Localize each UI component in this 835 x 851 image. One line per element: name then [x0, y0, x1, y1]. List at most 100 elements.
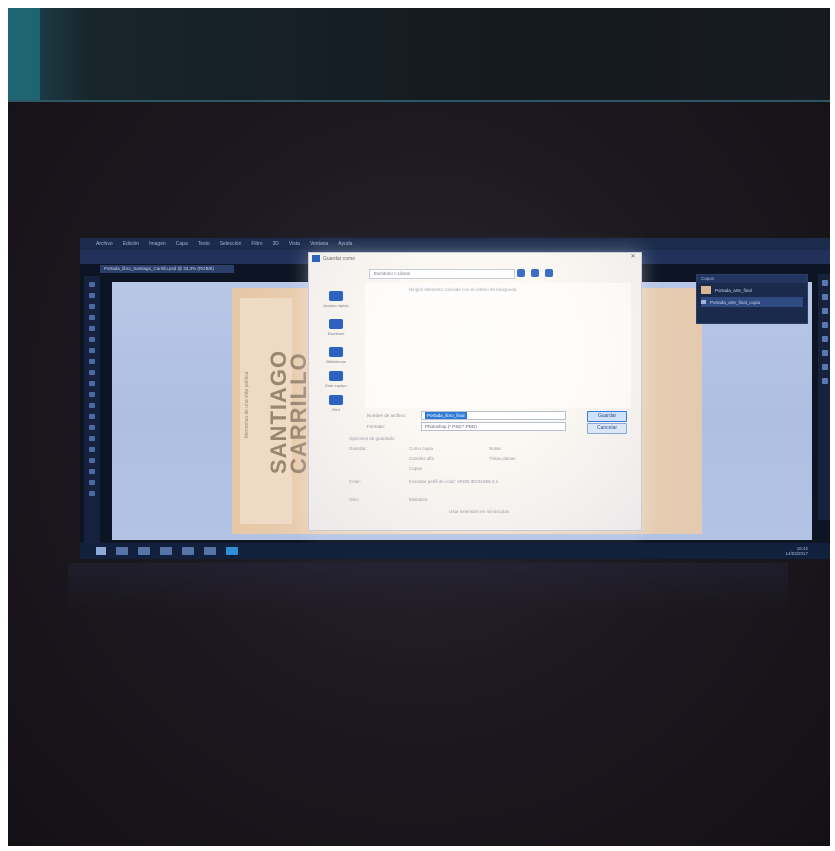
pen-tool-icon[interactable] [89, 436, 95, 441]
history-panel-icon[interactable] [822, 322, 828, 328]
sidebar-item-this-pc[interactable]: Este equipo [321, 371, 351, 388]
windows-start-icon[interactable] [96, 547, 106, 555]
filename-input[interactable]: Portada_libro_final [421, 411, 566, 420]
spot-colors-checkbox[interactable]: Tintas planas [489, 456, 516, 461]
alpha-channels-checkbox[interactable]: Canales alfa [409, 456, 434, 461]
book-subtitle: Memorias de una vida política [244, 371, 250, 438]
computer-icon [329, 371, 343, 381]
brush-tool-icon[interactable] [89, 359, 95, 364]
format-label: Formato: [367, 424, 386, 429]
quick-select-tool-icon[interactable] [89, 315, 95, 320]
view-menu-icon[interactable] [545, 269, 553, 277]
format-select[interactable]: Photoshop (*.PSD;*.PDD) [421, 422, 566, 431]
eyedropper-tool-icon[interactable] [89, 337, 95, 342]
history-brush-tool-icon[interactable] [89, 381, 95, 386]
menu-ventana[interactable]: Ventana [310, 241, 328, 247]
sidebar-item-desktop[interactable]: Escritorio [321, 319, 351, 336]
book-title: SANTIAGO CARRILLO [266, 350, 311, 474]
document-tab[interactable]: Portada_libro_Santiago_Carrillo.psd @ 33… [100, 265, 234, 273]
type-tool-icon[interactable] [89, 447, 95, 452]
lowercase-extension-checkbox[interactable]: Usar extensión en minúsculas [449, 509, 509, 514]
desk-reflection [68, 563, 788, 613]
marquee-tool-icon[interactable] [89, 293, 95, 298]
layers-checkbox[interactable]: Capas [409, 466, 422, 471]
crop-tool-icon[interactable] [89, 326, 95, 331]
tools-panel [84, 276, 100, 547]
clock-date[interactable]: 14/03/2017 [785, 551, 808, 556]
monitor-screen: Archivo Edición Imagen Capa Texto Selecc… [80, 238, 830, 559]
menu-ayuda[interactable]: Ayuda [338, 241, 352, 247]
as-copy-checkbox[interactable]: Como copia [409, 446, 433, 451]
layers-panel: Capas Portada_arte_final Portada_arte_fi… [696, 274, 808, 324]
filename-value: Portada_libro_final [425, 412, 467, 419]
layer-thumbnail [701, 286, 711, 294]
photoshop-menubar: Archivo Edición Imagen Capa Texto Selecc… [80, 238, 830, 250]
places-sidebar: Acceso rápido Escritorio Bibliotecas Est… [311, 273, 361, 423]
panel-dock [818, 274, 830, 520]
dialog-nav [517, 269, 553, 277]
thumbnail-checkbox[interactable]: Miniatura [409, 497, 428, 502]
sidebar-item-quick-access[interactable]: Acceso rápido [321, 291, 351, 308]
sidebar-item-label: Escritorio [327, 331, 345, 336]
menu-vista[interactable]: Vista [289, 241, 300, 247]
layer-row[interactable]: Portada_arte_final [701, 285, 803, 295]
layer-name: Portada_arte_final_copia [710, 299, 761, 305]
blur-tool-icon[interactable] [89, 414, 95, 419]
zoom-tool-icon[interactable] [89, 491, 95, 496]
layers-panel-title[interactable]: Capas [697, 275, 807, 283]
mail-icon[interactable] [204, 547, 216, 555]
shape-tool-icon[interactable] [89, 469, 95, 474]
menu-seleccion[interactable]: Selección [220, 241, 242, 247]
paths-panel-icon[interactable] [822, 364, 828, 370]
notes-checkbox[interactable]: Notas [489, 446, 501, 451]
file-list-area[interactable] [365, 283, 631, 408]
path-bar[interactable]: Escritorio > Libros [369, 269, 515, 279]
windows-taskbar: 18:42 14/03/2017 [80, 543, 830, 559]
sidebar-item-label: Este equipo [325, 383, 347, 388]
task-view-icon[interactable] [138, 547, 150, 555]
wall-accent [8, 8, 40, 100]
stamp-tool-icon[interactable] [89, 370, 95, 375]
eye-icon[interactable] [701, 300, 706, 304]
character-panel-icon[interactable] [822, 378, 828, 384]
hand-tool-icon[interactable] [89, 480, 95, 485]
channels-panel-icon[interactable] [822, 350, 828, 356]
dodge-tool-icon[interactable] [89, 425, 95, 430]
eraser-tool-icon[interactable] [89, 392, 95, 397]
menu-capa[interactable]: Capa [176, 241, 188, 247]
explorer-icon[interactable] [160, 547, 172, 555]
sidebar-item-label: Bibliotecas [326, 359, 346, 364]
back-icon[interactable] [517, 269, 525, 277]
move-tool-icon[interactable] [89, 282, 95, 287]
menu-texto[interactable]: Texto [198, 241, 210, 247]
menu-3d[interactable]: 3D [273, 241, 279, 247]
layer-row[interactable]: Portada_arte_final_copia [701, 297, 803, 307]
save-button[interactable]: Guardar [587, 411, 627, 422]
close-icon[interactable]: ✕ [629, 254, 637, 261]
color-panel-icon[interactable] [822, 280, 828, 286]
menu-filtro[interactable]: Filtro [251, 241, 262, 247]
embed-profile-checkbox[interactable]: Incrustar perfil de color: sRGB IEC61966… [409, 479, 498, 484]
sidebar-item-libraries[interactable]: Bibliotecas [321, 347, 351, 364]
photoshop-taskbar-icon[interactable] [226, 547, 238, 555]
system-tray: 18:42 14/03/2017 [785, 546, 808, 556]
gradient-tool-icon[interactable] [89, 403, 95, 408]
menu-archivo[interactable]: Archivo [96, 241, 113, 247]
browser-icon[interactable] [182, 547, 194, 555]
swatches-panel-icon[interactable] [822, 294, 828, 300]
new-folder-icon[interactable] [531, 269, 539, 277]
other-label: Otro: [349, 497, 360, 502]
lasso-tool-icon[interactable] [89, 304, 95, 309]
sidebar-item-label: Acceso rápido [323, 303, 349, 308]
search-icon[interactable] [116, 547, 128, 555]
menu-edicion[interactable]: Edición [123, 241, 139, 247]
save-options-header: Opciones de guardado [349, 436, 395, 441]
healing-tool-icon[interactable] [89, 348, 95, 353]
menu-imagen[interactable]: Imagen [149, 241, 166, 247]
sidebar-item-network[interactable]: Red [321, 395, 351, 412]
cancel-button[interactable]: Cancelar [587, 423, 627, 434]
path-select-tool-icon[interactable] [89, 458, 95, 463]
properties-panel-icon[interactable] [822, 336, 828, 342]
adjustments-panel-icon[interactable] [822, 308, 828, 314]
layer-name: Portada_arte_final [715, 287, 752, 293]
